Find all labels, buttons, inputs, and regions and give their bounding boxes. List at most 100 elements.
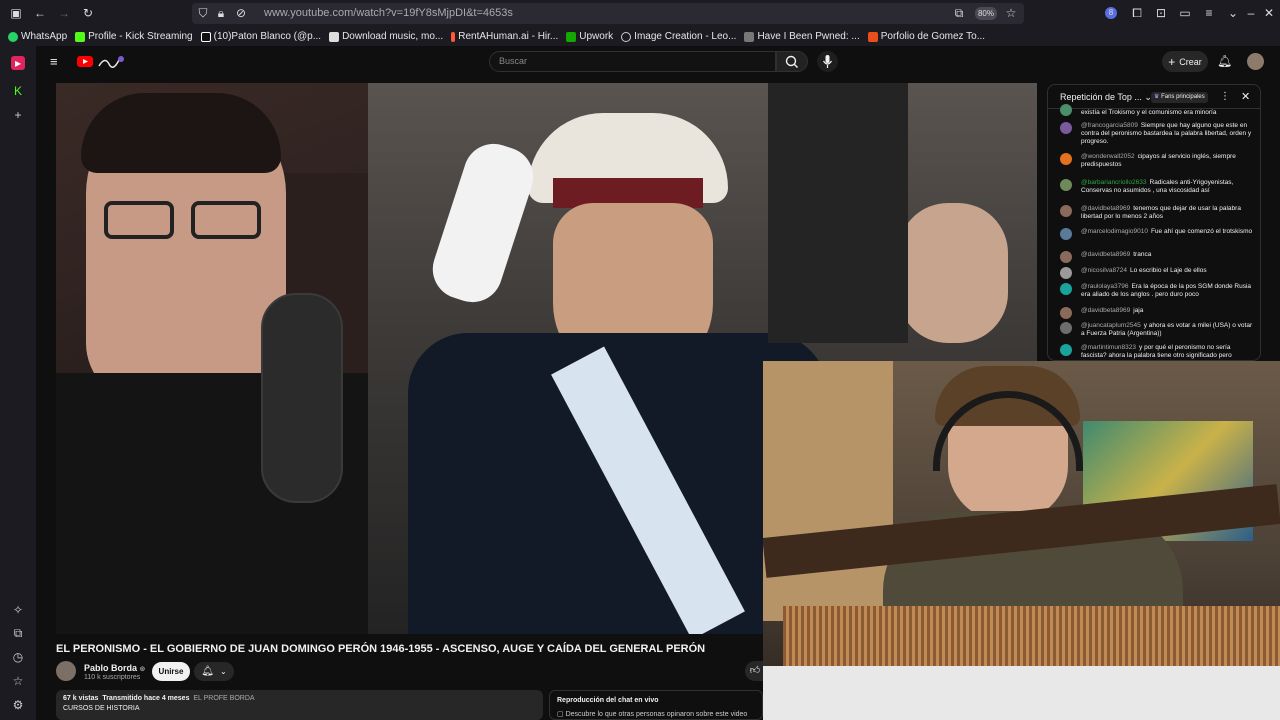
synced-tabs-icon[interactable]: ⧉ [11, 626, 25, 640]
host-glasses-right [191, 201, 261, 239]
add-panel-icon[interactable]: + [11, 108, 25, 122]
bookmarks-icon[interactable]: ☆ [11, 674, 25, 688]
url-bar[interactable]: ⛉ 🔒︎ ⊘ www.youtube.com/watch?v=19fY8sMjp… [192, 3, 1024, 24]
close-icon[interactable]: ✕ [1241, 90, 1250, 103]
voice-search-button[interactable] [817, 51, 838, 72]
description-box[interactable]: 67 k vistas Transmitido hace 4 meses EL … [56, 690, 543, 720]
host-hair [81, 93, 281, 173]
settings-gear-icon[interactable]: ⚙ [11, 698, 25, 712]
notifications-bell-icon[interactable]: 🔔︎ [1217, 54, 1232, 68]
channel-tag[interactable]: EL PROFE BORDA [193, 695, 254, 702]
chat-mode-dropdown[interactable]: Repetición de Top ... ⌄ [1060, 92, 1152, 103]
chat-avatar[interactable] [1060, 344, 1072, 356]
chevron-down-icon[interactable]: ⌄ [1226, 6, 1240, 20]
back-icon[interactable]: ← [33, 6, 47, 20]
chat-author[interactable]: @juancataplum2545 [1081, 322, 1141, 329]
extensions-icon[interactable]: ⧠ [1130, 6, 1144, 20]
chat-avatar[interactable] [1060, 251, 1072, 263]
chat-avatar[interactable] [1060, 104, 1072, 116]
bookmark-item[interactable]: Porfolio de Gomez To... [867, 31, 986, 42]
chat-author[interactable]: @wonderwall2052 [1081, 153, 1135, 160]
globe-icon [621, 31, 632, 42]
chat-author[interactable]: @davidbeta8969 [1081, 251, 1130, 258]
chat-text: tranca [1133, 251, 1152, 258]
bookmark-label: Porfolio de Gomez To... [880, 31, 986, 42]
youtube-logo[interactable] [77, 54, 125, 70]
bookmark-item[interactable]: WhatsApp [8, 31, 67, 42]
url-text[interactable]: www.youtube.com/watch?v=19fY8sMjpDI&t=46… [264, 7, 513, 19]
reader-icon[interactable]: ▭ [1178, 6, 1192, 20]
bookmark-item[interactable]: Image Creation - Leo... [621, 31, 736, 42]
minimize-icon[interactable]: – [1244, 6, 1258, 20]
subscribe-notification-button[interactable]: 🔔︎ ⌄ [194, 662, 234, 681]
chat-avatar[interactable] [1060, 153, 1072, 165]
chat-author[interactable]: @francogarcia5809 [1081, 122, 1138, 129]
chat-avatar[interactable] [1060, 205, 1072, 217]
chat-replay-box[interactable]: Reproducción del chat en vivo ▢ Descubre… [549, 690, 763, 720]
lock-icon[interactable]: 🔒︎ [214, 6, 228, 20]
channel-avatar[interactable] [56, 661, 76, 681]
sidebar-toggle-icon[interactable]: ▣ [9, 6, 23, 20]
browser-sidebar: ▸ K + ✧ ⧉ ◷ ☆ ⚙ [0, 46, 36, 720]
bookmark-star-icon[interactable]: ☆ [1004, 6, 1018, 20]
search-input[interactable]: Buscar [489, 51, 776, 72]
bookmark-item[interactable]: RentAHuman.ai - Hir... [451, 31, 558, 42]
tiktok-icon [200, 31, 211, 42]
shield-icon[interactable]: ⛉ [196, 6, 210, 20]
chat-message-body: @raulolaya3796 Era la época de la pos SGM… [1081, 283, 1256, 299]
youtube-music-icon[interactable]: ▸ [11, 56, 25, 70]
yt-nav-shorts-icon[interactable] [10, 601, 26, 617]
menu-icon[interactable]: ≡ [1202, 6, 1216, 20]
chat-avatar[interactable] [1060, 228, 1072, 240]
chat-author[interactable]: @marcelodimagio9010 [1081, 228, 1148, 235]
live-chat-panel: Repetición de Top ... ⌄ ♛ Fans principal… [1047, 84, 1261, 361]
wooden-wall [763, 361, 893, 621]
chat-replay-title: Reproducción del chat en vivo [557, 697, 659, 704]
bookmark-label: Have I Been Pwned: ... [757, 31, 860, 42]
chat-message-body: @davidbeta8969 tranca [1081, 251, 1256, 259]
description-line: CURSOS DE HISTORIA [63, 705, 140, 712]
bookmark-label: Download music, mo... [342, 31, 444, 42]
chat-author[interactable]: @martintimun8323 [1081, 344, 1136, 351]
chat-author[interactable]: @davidbeta8969 [1081, 307, 1130, 314]
channel-name[interactable]: Pablo Borda ⊛ [84, 663, 145, 673]
close-window-icon[interactable]: ✕ [1262, 6, 1276, 20]
like-button[interactable]: 👍︎ [745, 661, 765, 681]
chat-text: existía el Trokismo y el comunismo era m… [1081, 109, 1217, 116]
avatar[interactable] [1247, 53, 1264, 70]
picture-in-picture-icon[interactable]: ⧉ [952, 6, 966, 20]
bookmark-item[interactable]: Upwork [566, 31, 613, 42]
chat-avatar[interactable] [1060, 307, 1072, 319]
waving-glove [424, 136, 542, 310]
bookmark-item[interactable]: Have I Been Pwned: ... [744, 31, 860, 42]
bookmark-item[interactable]: Profile - Kick Streaming [75, 31, 193, 42]
account-icon[interactable]: 8 [1105, 7, 1117, 19]
subscriber-count: 110 k suscriptores [84, 674, 141, 681]
permissions-icon[interactable]: ⊘ [234, 6, 248, 20]
create-label: Crear [1179, 56, 1202, 67]
forward-icon[interactable]: → [57, 6, 71, 20]
zoom-level-badge[interactable]: 80% [975, 7, 997, 20]
history-icon[interactable]: ◷ [11, 650, 25, 664]
bookmark-item[interactable]: (10)Paton Blanco (@p... [200, 31, 321, 42]
chat-author[interactable]: @davidbeta8969 [1081, 205, 1130, 212]
more-options-icon[interactable]: ⋮ [1220, 91, 1230, 102]
hamburger-menu-icon[interactable]: ≡ [50, 54, 58, 69]
chat-avatar[interactable] [1060, 179, 1072, 191]
search-button[interactable] [776, 51, 808, 72]
containers-icon[interactable]: ⊡ [1154, 6, 1168, 20]
kick-sidebar-icon[interactable]: K [11, 84, 25, 98]
create-button[interactable]: + Crear [1162, 51, 1208, 72]
chat-avatar[interactable] [1060, 122, 1072, 134]
chat-avatar[interactable] [1060, 267, 1072, 279]
chat-author[interactable]: @nicosilva8724 [1081, 267, 1127, 274]
chat-avatar[interactable] [1060, 322, 1072, 334]
join-button[interactable]: Unirse [152, 662, 190, 681]
chat-author[interactable]: @raulolaya3796 [1081, 283, 1128, 290]
chat-author[interactable]: @barbariancriollo2633 [1081, 179, 1147, 186]
whatsapp-icon [8, 31, 18, 42]
bookmark-label: WhatsApp [21, 31, 68, 42]
bookmark-item[interactable]: Download music, mo... [329, 31, 443, 42]
chat-avatar[interactable] [1060, 283, 1072, 295]
reload-icon[interactable]: ↻ [81, 6, 95, 20]
